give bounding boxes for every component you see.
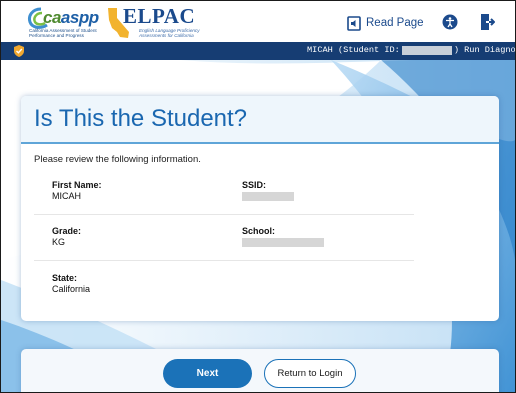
row-divider bbox=[34, 260, 414, 261]
shield-check-icon bbox=[14, 45, 24, 57]
return-to-login-button[interactable]: Return to Login bbox=[264, 359, 356, 388]
grade-label: Grade: bbox=[52, 226, 82, 236]
accessibility-icon[interactable] bbox=[442, 14, 458, 30]
header: caaspp California Assessment of Student … bbox=[1, 1, 515, 42]
run-diagnostics-link[interactable]: ) Run Diagnostics bbox=[454, 45, 515, 55]
first-name-label: First Name: bbox=[52, 180, 102, 190]
school-label: School: bbox=[242, 226, 275, 236]
elpac-tagline: English Language Proficiency Assessments… bbox=[139, 28, 200, 38]
ssid-label: SSID: bbox=[242, 180, 267, 190]
state-value: California bbox=[52, 284, 91, 294]
read-page-label: Read Page bbox=[366, 17, 424, 29]
grade-field: Grade: KG bbox=[52, 226, 81, 247]
ssid-field: SSID: bbox=[242, 180, 294, 201]
caaspp-wordmark: caaspp bbox=[43, 8, 99, 27]
card-header: Is This the Student? bbox=[21, 96, 499, 144]
school-field: School: bbox=[242, 226, 324, 247]
caaspp-logo: caaspp California Assessment of Student … bbox=[27, 6, 107, 38]
row-divider bbox=[34, 214, 414, 215]
redacted-student-id bbox=[401, 45, 452, 55]
student-name-prefix: MICAH (Student ID: bbox=[307, 45, 400, 55]
next-button[interactable]: Next bbox=[163, 359, 252, 388]
redacted-ssid-value bbox=[242, 192, 294, 201]
state-field: State: California bbox=[52, 273, 90, 294]
logout-icon[interactable] bbox=[479, 13, 495, 31]
student-session-info: MICAH (Student ID: ) Run Diagnostics bbox=[307, 45, 515, 55]
session-bar: MICAH (Student ID: ) Run Diagnostics bbox=[1, 42, 515, 60]
first-name-field: First Name: MICAH bbox=[52, 180, 102, 201]
elpac-logo: ELPAC English Language Proficiency Asses… bbox=[105, 4, 201, 40]
grade-value: KG bbox=[52, 237, 66, 247]
page-title: Is This the Student? bbox=[34, 105, 248, 132]
redacted-school-value bbox=[242, 238, 324, 247]
speaker-page-icon bbox=[347, 15, 361, 31]
first-name-value: MICAH bbox=[52, 191, 81, 201]
read-page-button[interactable]: Read Page bbox=[347, 14, 424, 32]
action-button-panel: Next Return to Login bbox=[21, 349, 499, 392]
app-window: caaspp California Assessment of Student … bbox=[0, 0, 516, 393]
elpac-wordmark: ELPAC bbox=[123, 4, 196, 28]
student-verification-card: Is This the Student? Please review the f… bbox=[21, 96, 499, 321]
instructions-text: Please review the following information. bbox=[34, 154, 201, 165]
state-label: State: bbox=[52, 273, 78, 283]
